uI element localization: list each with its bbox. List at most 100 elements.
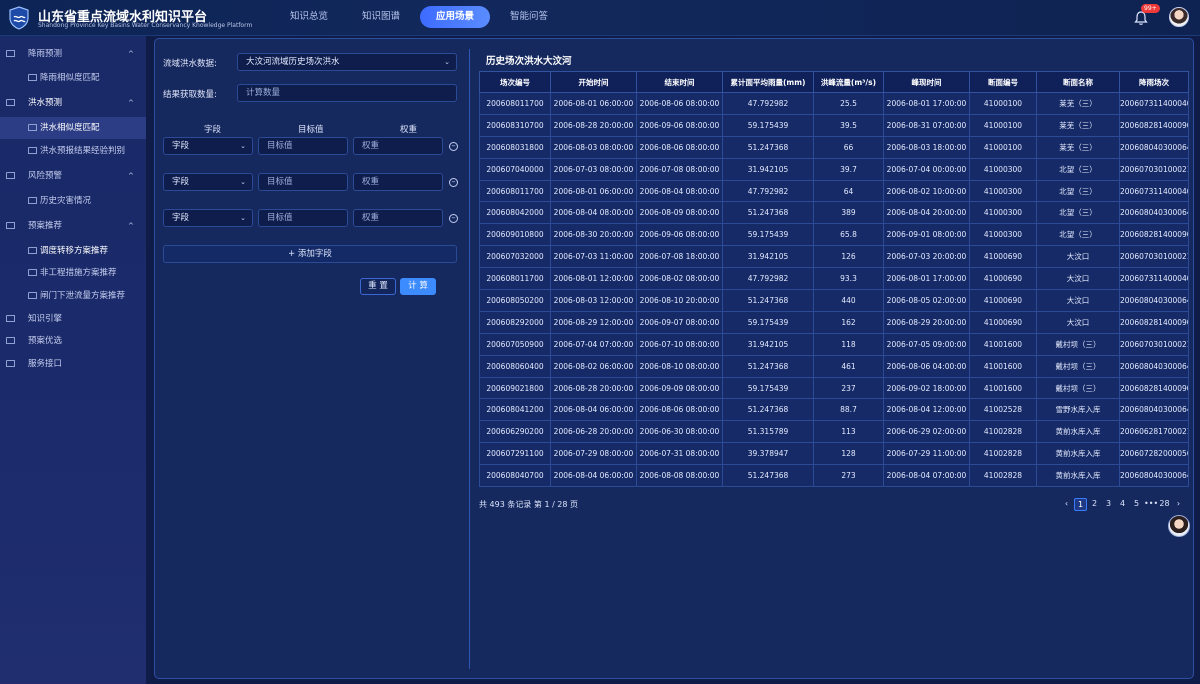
reset-button[interactable]: 重 置 [360, 278, 396, 295]
table-row[interactable]: 200609010800 2006-08-30 20:00:00 2006-09-0… [479, 223, 1189, 247]
column-header[interactable]: 累计面平均雨量(mm) [722, 71, 814, 93]
table-row[interactable]: 200607050900 2006-07-04 07:00:00 2006-07-1… [479, 332, 1189, 356]
remove-row-icon[interactable]: – [449, 142, 458, 151]
table-row[interactable]: 200608292000 2006-08-29 12:00:00 2006-09-0… [479, 310, 1189, 334]
next-page-icon[interactable]: › [1172, 498, 1185, 511]
sidebar-item-plan-recommend[interactable]: 预案推荐 ^ [0, 215, 146, 237]
nav-smart-qa[interactable]: 智能问答 [496, 6, 562, 28]
sidebar-item-risk-warning[interactable]: 风险预警 ^ [0, 165, 146, 187]
top-bar: 山东省重点流域水利知识平台 Shandong Province Key Basi… [0, 0, 1200, 36]
table-cell: 25.5 [813, 92, 884, 115]
result-count-input[interactable]: 计算数量 [237, 84, 457, 102]
chevron-down-icon: ⌄ [240, 178, 246, 186]
sidebar-item-service-api[interactable]: 服务接口 [0, 353, 146, 375]
table-row[interactable]: 200608011700 2006-08-01 06:00:00 2006-08-0… [479, 179, 1189, 203]
page-button[interactable]: 2 [1088, 498, 1101, 511]
page-button[interactable]: 3 [1102, 498, 1115, 511]
file-icon [28, 247, 37, 254]
table-cell: 2006-08-01 12:00:00 [550, 267, 637, 291]
table-cell: 200607282000056 [1119, 442, 1189, 466]
sidebar-item-flood-similarity[interactable]: 洪水相似度匹配 [0, 117, 146, 139]
table-cell: 39.378947 [722, 442, 814, 466]
table-row[interactable]: 200608031800 2006-08-03 08:00:00 2006-08-0… [479, 135, 1189, 159]
remove-row-icon[interactable]: – [449, 214, 458, 223]
target-value-input[interactable]: 目标值 [258, 209, 348, 227]
file-icon [28, 292, 37, 299]
sidebar-item-gate-discharge-plan[interactable]: 闸门下泄流量方案推荐 [0, 285, 146, 307]
table-cell: 北望（三） [1036, 201, 1120, 225]
table-cell: 31.942105 [722, 332, 814, 356]
table-row[interactable]: 200607040000 2006-07-03 08:00:00 2006-07-0… [479, 157, 1189, 181]
sidebar-item-rainfall-forecast[interactable]: 降雨预测 ^ [0, 43, 146, 65]
sidebar-item-flood-forecast[interactable]: 洪水预测 ^ [0, 92, 146, 114]
table-cell: 戴村坝（三） [1036, 354, 1120, 378]
table-cell: 2006-08-05 02:00:00 [883, 289, 970, 312]
table-row[interactable]: 200607291100 2006-07-29 08:00:00 2006-07-3… [479, 442, 1189, 466]
table-title: 历史场次洪水大汶河 [486, 56, 572, 67]
column-header[interactable]: 场次编号 [479, 71, 551, 93]
remove-row-icon[interactable]: – [449, 178, 458, 187]
table-row[interactable]: 200607032000 2006-07-03 11:00:00 2006-07-0… [479, 245, 1189, 269]
user-avatar[interactable] [1169, 7, 1189, 27]
table-row[interactable]: 200608011700 2006-08-01 06:00:00 2006-08-0… [479, 92, 1189, 115]
column-header[interactable]: 峰现时间 [883, 71, 970, 93]
table-header-row: 场次编号 开始时间 结束时间 累计面平均雨量(mm) 洪峰流量(m³/s) 峰现… [479, 71, 1189, 93]
file-icon [28, 269, 37, 276]
column-header[interactable]: 断面名称 [1036, 71, 1120, 93]
page-button[interactable]: 28 [1158, 498, 1171, 511]
column-header[interactable]: 开始时间 [550, 71, 637, 93]
field-select[interactable]: 字段 ⌄ [163, 173, 253, 191]
table-row[interactable]: 200608310700 2006-08-28 20:00:00 2006-09-0… [479, 113, 1189, 137]
table-cell: 41000300 [969, 201, 1037, 225]
weight-input[interactable]: 权重 [353, 209, 443, 227]
table-cell: 大汶口 [1036, 245, 1120, 269]
table-cell: 北望（三） [1036, 223, 1120, 247]
table-cell: 200607291100 [479, 442, 551, 466]
assistant-avatar[interactable] [1168, 515, 1190, 537]
file-icon [28, 74, 37, 81]
page-ellipsis[interactable]: ••• [1144, 498, 1158, 511]
calculate-button[interactable]: 计 算 [400, 278, 436, 295]
nav-knowledge-graph[interactable]: 知识图谱 [348, 6, 414, 28]
weight-input[interactable]: 权重 [353, 137, 443, 155]
dataset-select[interactable]: 大汶河流域历史场次洪水 ⌄ [237, 53, 457, 71]
column-header[interactable]: 断面编号 [969, 71, 1037, 93]
field-select[interactable]: 字段 ⌄ [163, 209, 253, 227]
nav-knowledge-overview[interactable]: 知识总览 [276, 6, 342, 28]
table-row[interactable]: 200609021800 2006-08-28 20:00:00 2006-09-0… [479, 376, 1189, 400]
table-row[interactable]: 200608042000 2006-08-04 08:00:00 2006-08-0… [479, 201, 1189, 225]
table-row[interactable]: 200608011700 2006-08-01 12:00:00 2006-08-0… [479, 267, 1189, 291]
page-button[interactable]: 4 [1116, 498, 1129, 511]
table-cell: 200607040000 [479, 157, 551, 181]
column-header[interactable]: 结束时间 [636, 71, 723, 93]
table-cell: 66 [813, 135, 884, 159]
table-row[interactable]: 200608040700 2006-08-04 06:00:00 2006-08-0… [479, 464, 1189, 488]
column-header[interactable]: 降雨场次 [1119, 71, 1189, 93]
table-row[interactable]: 200608060400 2006-08-02 06:00:00 2006-08-1… [479, 354, 1189, 378]
column-header[interactable]: 洪峰流量(m³/s) [813, 71, 884, 93]
table-row[interactable]: 200608050200 2006-08-03 12:00:00 2006-08-1… [479, 289, 1189, 312]
table-cell: 2006-06-30 08:00:00 [636, 420, 723, 444]
target-value-input[interactable]: 目标值 [258, 137, 348, 155]
field-select[interactable]: 字段 ⌄ [163, 137, 253, 155]
sidebar-item-nonengineering-plan[interactable]: 非工程措施方案推荐 [0, 262, 146, 284]
sidebar-item-knowledge-engine[interactable]: 知识引擎 [0, 308, 146, 330]
sidebar-item-rainfall-similarity[interactable]: 降雨相似度匹配 [0, 67, 146, 89]
page-button[interactable]: 5 [1130, 498, 1143, 511]
table-cell: 2006-08-28 20:00:00 [550, 113, 637, 137]
page-button[interactable]: 1 [1074, 498, 1087, 511]
table-row[interactable]: 200606290200 2006-06-28 20:00:00 2006-06-3… [479, 420, 1189, 444]
weight-input[interactable]: 权重 [353, 173, 443, 191]
nav-application-scenarios[interactable]: 应用场景 [420, 6, 491, 28]
sidebar-item-historical-disasters[interactable]: 历史灾害情况 [0, 190, 146, 212]
target-value-input[interactable]: 目标值 [258, 173, 348, 191]
sidebar-item-plan-optimize[interactable]: 预案优选 [0, 330, 146, 352]
sidebar-item-flood-result-check[interactable]: 洪水预报结果经验判别 [0, 140, 146, 162]
table-cell: 2006-08-02 06:00:00 [550, 354, 637, 378]
table-cell: 莱芜（三） [1036, 113, 1120, 137]
prev-page-icon[interactable]: ‹ [1060, 498, 1073, 511]
sidebar-item-dispatch-plan[interactable]: 调度转移方案推荐 [0, 240, 146, 262]
table-row[interactable]: 200608041200 2006-08-04 06:00:00 2006-08-0… [479, 398, 1189, 422]
add-field-button[interactable]: + 添加字段 [163, 245, 457, 263]
table-cell: 200608041200 [479, 398, 551, 422]
